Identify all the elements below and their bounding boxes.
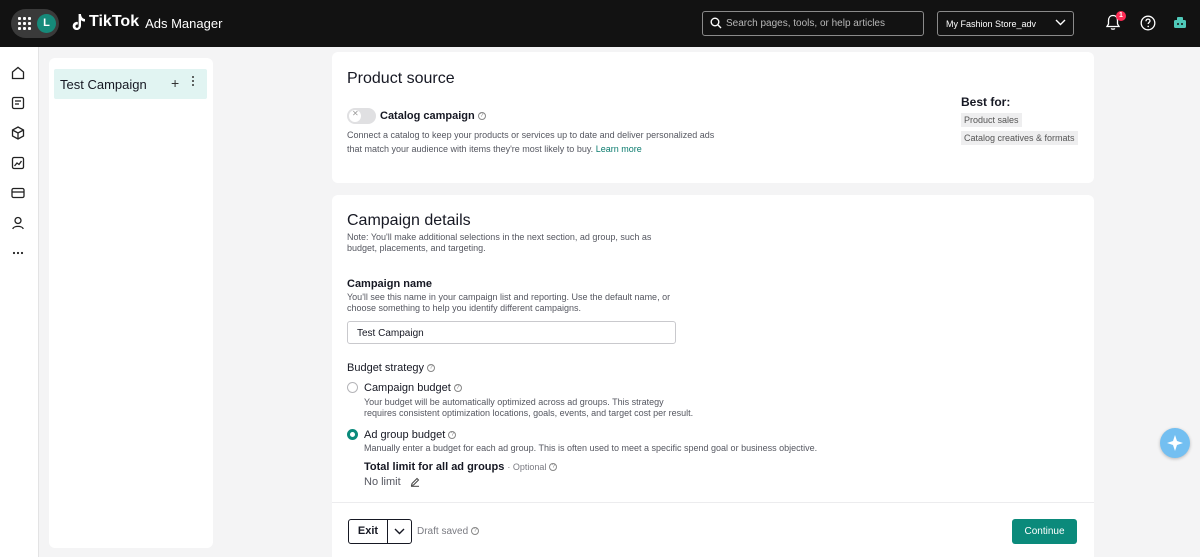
- best-for-panel: Best for: Product sales Catalog creative…: [961, 95, 1078, 146]
- top-bar: L TikTok Ads Manager My Fashion Store_ad…: [0, 0, 1200, 47]
- tiktok-logo-icon: [72, 13, 85, 30]
- campaign-details-title: Campaign details: [347, 212, 471, 229]
- campaign-budget-label: Campaign budget: [364, 382, 451, 394]
- optional-label: · Optional: [507, 462, 547, 472]
- info-icon[interactable]: ?: [477, 112, 486, 121]
- learn-more-link[interactable]: Learn more: [596, 144, 642, 154]
- info-icon[interactable]: ?: [549, 463, 558, 472]
- account-name: My Fashion Store_adv: [946, 19, 1037, 29]
- notification-badge: 1: [1116, 11, 1126, 21]
- avatar[interactable]: L: [37, 14, 56, 33]
- help-icon[interactable]: [1140, 15, 1156, 31]
- ad-group-budget-radio[interactable]: [347, 429, 358, 440]
- info-icon[interactable]: ?: [448, 431, 457, 440]
- continue-button[interactable]: Continue: [1012, 519, 1077, 544]
- exit-dropdown-button[interactable]: [387, 519, 412, 544]
- ad-group-budget-description: Manually enter a budget for each ad grou…: [364, 443, 818, 453]
- total-limit-row: Total limit for all ad groups · Optional…: [364, 461, 558, 473]
- product-name: Ads Manager: [145, 16, 223, 31]
- budget-strategy-text: Budget strategy: [347, 362, 425, 374]
- sparkle-icon: [1167, 435, 1183, 451]
- toggle-off-icon: ✕: [352, 109, 359, 118]
- campaign-budget-radio[interactable]: [347, 382, 358, 393]
- catalog-campaign-text: Catalog campaign: [380, 110, 475, 122]
- campaign-budget-option[interactable]: Campaign budget?: [364, 382, 462, 394]
- user-icon[interactable]: [10, 215, 26, 231]
- apps-grid-icon: [18, 17, 31, 30]
- left-nav-rail: [0, 47, 39, 557]
- campaign-name-help: You'll see this name in your campaign li…: [347, 292, 671, 313]
- product-source-card: Product source ✕ Catalog campaign? Conne…: [332, 52, 1094, 183]
- info-icon[interactable]: ?: [471, 527, 480, 536]
- footer-bar: Exit Draft saved? Continue: [332, 502, 1094, 557]
- best-for-tag: Product sales: [961, 113, 1022, 127]
- add-ad-group-button[interactable]: +: [171, 75, 179, 91]
- product-source-title: Product source: [347, 70, 455, 87]
- campaign-tree-panel: Test Campaign +: [49, 58, 213, 548]
- support-icon[interactable]: [1172, 15, 1188, 31]
- account-selector[interactable]: My Fashion Store_adv: [937, 11, 1074, 36]
- campaign-budget-description: Your budget will be automatically optimi…: [364, 397, 694, 418]
- apps-switcher-button[interactable]: L: [11, 9, 59, 38]
- campaign-icon[interactable]: [10, 95, 26, 111]
- search-icon: [710, 17, 722, 29]
- brand-name: TikTok: [89, 12, 140, 30]
- total-limit-label: Total limit for all ad groups: [364, 461, 505, 473]
- campaign-name-label: Campaign name: [347, 278, 432, 290]
- chevron-down-icon: [1055, 19, 1066, 26]
- info-icon[interactable]: ?: [453, 384, 462, 393]
- catalog-campaign-label: Catalog campaign?: [380, 110, 486, 122]
- catalog-campaign-toggle[interactable]: ✕: [347, 108, 376, 124]
- billing-card-icon[interactable]: [10, 185, 26, 201]
- tree-item-campaign[interactable]: Test Campaign +: [54, 69, 207, 99]
- assets-cube-icon[interactable]: [10, 125, 26, 141]
- catalog-description-text: Connect a catalog to keep your products …: [347, 130, 715, 154]
- search-input[interactable]: [726, 15, 916, 32]
- best-for-title: Best for:: [961, 95, 1011, 109]
- tree-campaign-name: Test Campaign: [60, 77, 147, 92]
- draft-status-text: Draft saved: [417, 526, 469, 537]
- exit-button[interactable]: Exit: [348, 519, 388, 544]
- budget-strategy-label: Budget strategy?: [347, 362, 436, 374]
- campaign-details-note: Note: You'll make additional selections …: [347, 232, 652, 253]
- no-limit-row: No limit: [364, 476, 420, 488]
- no-limit-value: No limit: [364, 476, 401, 488]
- edit-pencil-icon[interactable]: [410, 477, 420, 487]
- campaign-name-input[interactable]: Test Campaign: [347, 321, 676, 344]
- chevron-down-icon: [394, 528, 405, 535]
- catalog-description: Connect a catalog to keep your products …: [347, 128, 727, 156]
- ad-group-budget-option[interactable]: Ad group budget?: [364, 429, 457, 441]
- global-search[interactable]: [702, 11, 924, 36]
- more-options-icon[interactable]: [192, 76, 195, 88]
- ad-group-budget-label: Ad group budget: [364, 429, 446, 441]
- ai-assistant-button[interactable]: [1160, 428, 1190, 458]
- campaign-details-card: Campaign details Note: You'll make addit…: [332, 195, 1094, 515]
- best-for-tag: Catalog creatives & formats: [961, 131, 1078, 145]
- home-icon[interactable]: [10, 65, 26, 81]
- draft-status: Draft saved?: [417, 526, 480, 537]
- brand-logo[interactable]: TikTok Ads Manager: [72, 12, 222, 31]
- more-icon[interactable]: [10, 245, 26, 261]
- info-icon[interactable]: ?: [427, 364, 436, 373]
- analytics-icon[interactable]: [10, 155, 26, 171]
